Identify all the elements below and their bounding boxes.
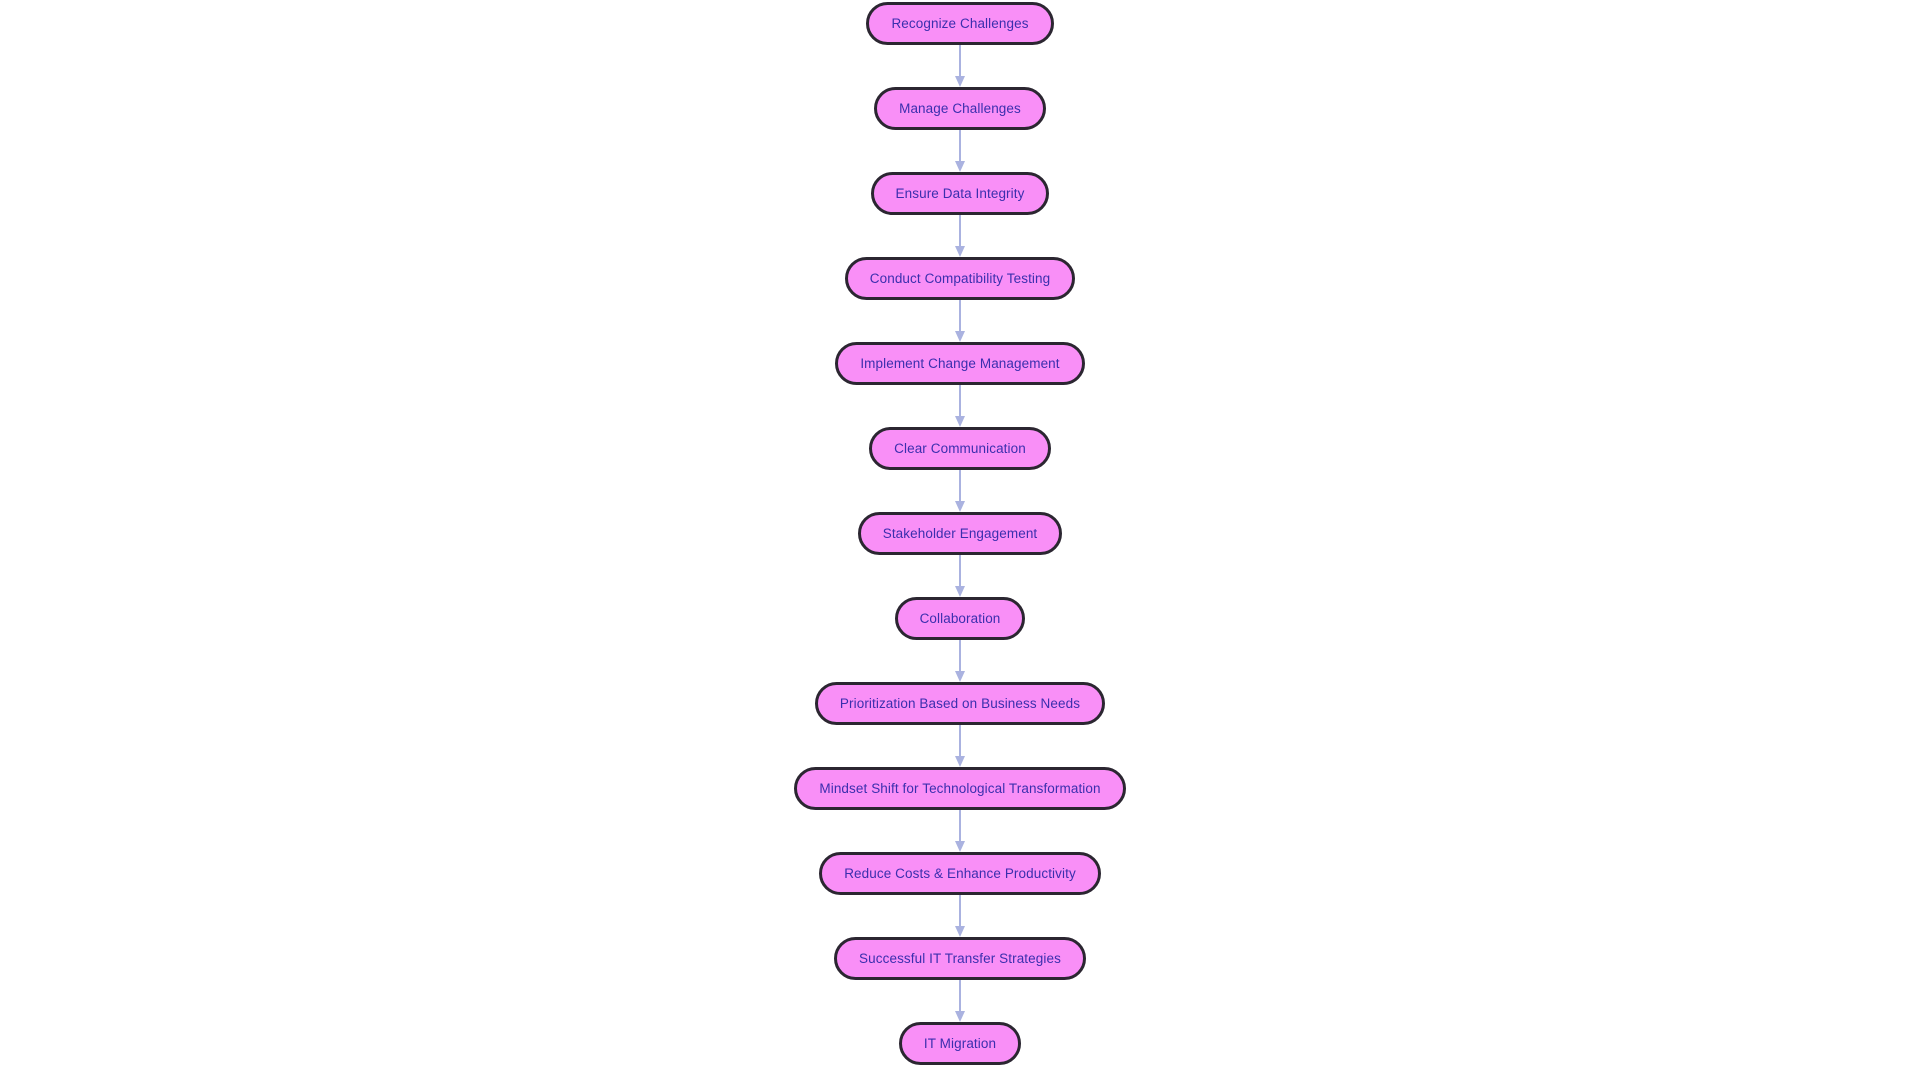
flowchart-node-chain: Recognize Challenges Manage Challenges E… — [0, 2, 1920, 1065]
connector-shaft — [959, 810, 961, 842]
arrowhead-icon — [955, 926, 965, 937]
arrowhead-icon — [955, 416, 965, 427]
connector-shaft — [959, 385, 961, 417]
arrowhead-icon — [955, 331, 965, 342]
flow-node-manage-challenges[interactable]: Manage Challenges — [874, 87, 1046, 130]
arrowhead-icon — [955, 586, 965, 597]
flow-connector-arrow — [953, 300, 967, 342]
flow-node-label: IT Migration — [923, 1035, 997, 1051]
flow-node-ensure-data-integrity[interactable]: Ensure Data Integrity — [870, 172, 1050, 215]
arrowhead-icon — [955, 76, 965, 87]
arrowhead-icon — [955, 501, 965, 512]
connector-shaft — [959, 470, 961, 502]
connector-shaft — [959, 725, 961, 757]
flow-connector-arrow — [953, 810, 967, 852]
flow-connector-arrow — [953, 470, 967, 512]
flow-node-label: Prioritization Based on Business Needs — [839, 695, 1081, 711]
flow-connector-arrow — [953, 130, 967, 172]
connector-shaft — [959, 980, 961, 1012]
connector-shaft — [959, 45, 961, 77]
flow-node-label: Clear Communication — [894, 440, 1026, 456]
flow-node-label: Mindset Shift for Technological Transfor… — [819, 780, 1101, 796]
arrowhead-icon — [955, 246, 965, 257]
connector-shaft — [959, 215, 961, 247]
flow-connector-arrow — [953, 45, 967, 87]
flow-connector-arrow — [953, 215, 967, 257]
flow-connector-arrow — [953, 725, 967, 767]
connector-shaft — [959, 300, 961, 332]
flow-node-it-migration[interactable]: IT Migration — [898, 1022, 1022, 1065]
flow-connector-arrow — [953, 385, 967, 427]
flow-node-label: Recognize Challenges — [891, 15, 1029, 31]
flow-connector-arrow — [953, 895, 967, 937]
flow-node-label: Successful IT Transfer Strategies — [859, 950, 1061, 966]
arrowhead-icon — [955, 756, 965, 767]
flow-node-label: Implement Change Management — [860, 355, 1060, 371]
arrowhead-icon — [955, 161, 965, 172]
arrowhead-icon — [955, 671, 965, 682]
flow-node-label: Stakeholder Engagement — [882, 525, 1038, 541]
flow-node-prioritization-based-on-business-needs[interactable]: Prioritization Based on Business Needs — [814, 682, 1106, 725]
flow-node-label: Manage Challenges — [899, 100, 1021, 116]
connector-shaft — [959, 895, 961, 927]
flow-node-implement-change-management[interactable]: Implement Change Management — [835, 342, 1085, 385]
flow-node-label: Ensure Data Integrity — [895, 185, 1025, 201]
flow-connector-arrow — [953, 980, 967, 1022]
connector-shaft — [959, 130, 961, 162]
arrowhead-icon — [955, 841, 965, 852]
connector-shaft — [959, 555, 961, 587]
flow-node-clear-communication[interactable]: Clear Communication — [869, 427, 1051, 470]
flow-node-stakeholder-engagement[interactable]: Stakeholder Engagement — [857, 512, 1063, 555]
flowchart-canvas: Recognize Challenges Manage Challenges E… — [0, 0, 1920, 1080]
flow-node-label: Reduce Costs & Enhance Productivity — [844, 865, 1076, 881]
flow-node-successful-it-transfer-strategies[interactable]: Successful IT Transfer Strategies — [834, 937, 1086, 980]
flow-node-conduct-compatibility-testing[interactable]: Conduct Compatibility Testing — [844, 257, 1076, 300]
flow-connector-arrow — [953, 555, 967, 597]
arrowhead-icon — [955, 1011, 965, 1022]
flow-node-mindset-shift-for-technological-transformation[interactable]: Mindset Shift for Technological Transfor… — [794, 767, 1126, 810]
connector-shaft — [959, 640, 961, 672]
flow-node-recognize-challenges[interactable]: Recognize Challenges — [866, 2, 1054, 45]
flow-node-label: Collaboration — [919, 610, 1001, 626]
flow-node-collaboration[interactable]: Collaboration — [894, 597, 1026, 640]
flow-connector-arrow — [953, 640, 967, 682]
flow-node-label: Conduct Compatibility Testing — [869, 270, 1051, 286]
flow-node-reduce-costs-enhance-productivity[interactable]: Reduce Costs & Enhance Productivity — [819, 852, 1101, 895]
